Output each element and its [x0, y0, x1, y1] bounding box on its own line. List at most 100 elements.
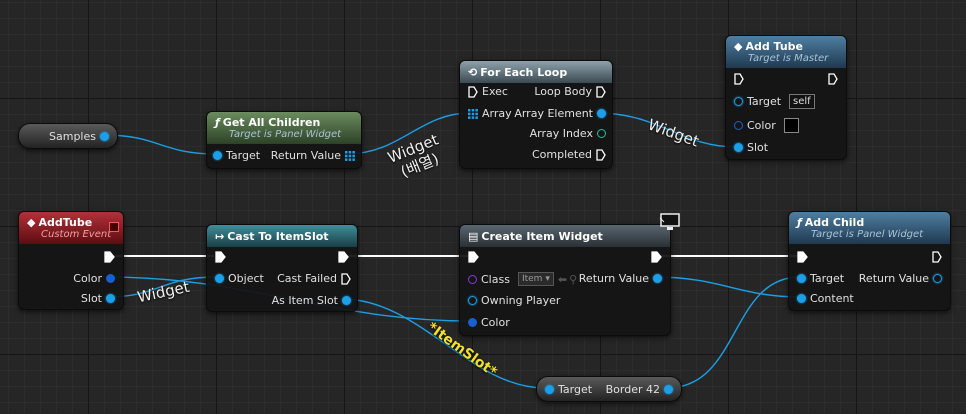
- create-item-widget-node[interactable]: ▤ Create Item Widget Class Item ▾ ⬅ ⚲ Ret…: [459, 224, 671, 336]
- color-swatch[interactable]: [783, 118, 799, 133]
- array-grid-icon[interactable]: [345, 150, 355, 161]
- add-tube-event-node[interactable]: ◆ AddTube Custom Event Color Slot: [18, 211, 124, 310]
- class-dropdown[interactable]: Item ▾: [517, 272, 554, 286]
- get-all-children-node[interactable]: ƒ Get All Children Target is Panel Widget…: [206, 111, 362, 169]
- cast-object-pin[interactable]: Object: [215, 272, 268, 285]
- get-all-children-subtitle: Target is Panel Widget: [229, 128, 342, 140]
- add-tube-exec-out-pin[interactable]: [828, 73, 838, 85]
- exec-output-icon[interactable]: [828, 73, 838, 85]
- target-label: Target: [747, 95, 782, 108]
- event-delegate-icon[interactable]: [109, 222, 119, 232]
- add-child-target-pin[interactable]: Target: [797, 272, 848, 285]
- create-owning-player-pin[interactable]: Owning Player: [468, 294, 564, 307]
- cast-exec-out-pin[interactable]: [338, 251, 349, 263]
- exec-output-icon[interactable]: [596, 85, 606, 98]
- for-each-completed-pin[interactable]: Completed: [528, 148, 606, 161]
- add-tube-target-pin[interactable]: Target self: [734, 94, 815, 109]
- samples-output-dot[interactable]: [100, 132, 109, 141]
- add-tube-color-pin[interactable]: Color: [734, 118, 799, 133]
- color-pin-dot[interactable]: [468, 318, 477, 327]
- cast-as-item-slot-pin[interactable]: As Item Slot: [268, 294, 351, 307]
- exec-input-icon[interactable]: [734, 73, 744, 85]
- for-each-array-element-pin[interactable]: Array Element: [510, 107, 606, 120]
- use-selected-arrow-icon[interactable]: ⬅: [558, 273, 567, 286]
- create-color-pin[interactable]: Color: [468, 316, 514, 329]
- exec-input-icon[interactable]: [468, 251, 479, 263]
- add-tube-event-header: ◆ AddTube Custom Event: [19, 212, 123, 244]
- add-child-exec-in-pin[interactable]: [797, 251, 808, 263]
- exec-input-icon[interactable]: [797, 251, 808, 263]
- add-child-header: ƒ Add Child Target is Panel Widget: [789, 212, 950, 244]
- color-pin-dot[interactable]: [734, 121, 743, 130]
- create-class-pin[interactable]: Class Item ▾ ⬅ ⚲: [468, 272, 577, 286]
- array-index-dot[interactable]: [597, 129, 606, 138]
- exec-output-icon[interactable]: [338, 251, 349, 263]
- target-pin-dot[interactable]: [213, 151, 222, 160]
- exec-input-icon[interactable]: [468, 85, 478, 98]
- content-pin-dot[interactable]: [797, 294, 806, 303]
- for-each-array-index-pin[interactable]: Array Index: [526, 127, 606, 140]
- add-child-exec-out-pin[interactable]: [932, 251, 942, 263]
- add-child-title: Add Child: [804, 215, 865, 229]
- add-child-node[interactable]: ƒ Add Child Target is Panel Widget Target…: [788, 211, 951, 311]
- add-tube-event-color-pin[interactable]: Color: [69, 272, 115, 285]
- owning-player-dot[interactable]: [468, 296, 477, 305]
- add-child-content-pin[interactable]: Content: [797, 292, 858, 305]
- slot-label: Slot: [80, 292, 102, 305]
- slot-pin-dot[interactable]: [734, 143, 743, 152]
- cast-exec-in-pin[interactable]: [215, 251, 226, 263]
- slot-pin-dot[interactable]: [106, 294, 115, 303]
- add-tube-slot-pin[interactable]: Slot: [734, 141, 772, 154]
- exec-output-icon[interactable]: [932, 251, 942, 263]
- class-label: Class: [481, 272, 510, 286]
- color-pin-dot[interactable]: [106, 274, 115, 283]
- cast-to-item-slot-node[interactable]: ↦ Cast To ItemSlot Object Cast Failed As …: [206, 224, 358, 312]
- exec-input-icon[interactable]: [215, 251, 226, 263]
- cast-failed-pin[interactable]: Cast Failed: [273, 272, 351, 285]
- for-each-exec-pin[interactable]: Exec: [468, 85, 512, 98]
- samples-output-pin[interactable]: Samples: [45, 130, 109, 143]
- target-self-value[interactable]: self: [789, 94, 815, 109]
- create-item-widget-header: ▤ Create Item Widget: [460, 225, 670, 247]
- object-pin-dot[interactable]: [215, 274, 224, 283]
- exec-output-icon[interactable]: [341, 272, 351, 285]
- create-exec-in-pin[interactable]: [468, 251, 479, 263]
- for-each-array-pin[interactable]: Array: [468, 107, 516, 120]
- add-tube-event-slot-pin[interactable]: Slot: [77, 292, 115, 305]
- get-all-children-return-pin[interactable]: Return Value: [267, 149, 355, 162]
- border-output-dot[interactable]: [664, 385, 673, 394]
- target-label: Target: [558, 383, 593, 396]
- class-pin-dot[interactable]: [468, 274, 477, 284]
- add-tube-event-title: AddTube: [38, 215, 93, 229]
- for-each-loop-node[interactable]: ⟲ For Each Loop Exec Loop Body Array Arra…: [459, 60, 613, 169]
- array-grid-icon[interactable]: [468, 108, 478, 119]
- border-getter-node[interactable]: Target Border 42: [536, 376, 682, 402]
- function-icon: ƒ: [215, 115, 220, 129]
- samples-variable-node[interactable]: Samples: [18, 123, 118, 149]
- exec-output-icon[interactable]: [651, 251, 662, 263]
- add-tube-exec-in-pin[interactable]: [734, 73, 744, 85]
- create-item-widget-title: Create Item Widget: [481, 229, 603, 243]
- exec-output-icon[interactable]: [596, 148, 606, 161]
- owning-player-label: Owning Player: [481, 294, 561, 307]
- return-value-dot[interactable]: [653, 274, 662, 283]
- target-pin-dot[interactable]: [545, 385, 554, 394]
- create-return-value-pin[interactable]: Return Value: [575, 272, 662, 285]
- class-dropdown-value: Item: [521, 274, 543, 284]
- return-value-dot[interactable]: [933, 274, 942, 283]
- add-tube-call-node[interactable]: ◆ Add Tube Target is Master Target self C…: [725, 35, 847, 160]
- add-child-return-value-pin[interactable]: Return Value: [855, 272, 942, 285]
- border-output-pin[interactable]: Border 42: [602, 383, 673, 396]
- get-all-children-target-pin[interactable]: Target: [213, 149, 264, 162]
- exec-label: Exec: [482, 85, 508, 98]
- border-target-pin[interactable]: Target: [545, 383, 596, 396]
- add-tube-event-exec-out-pin[interactable]: [104, 251, 115, 263]
- add-tube-call-subtitle: Target is Master: [748, 52, 829, 64]
- exec-output-icon[interactable]: [104, 251, 115, 263]
- for-each-loop-body-pin[interactable]: Loop Body: [530, 85, 606, 98]
- target-pin-dot[interactable]: [797, 274, 806, 283]
- array-element-dot[interactable]: [597, 109, 606, 118]
- create-exec-out-pin[interactable]: [651, 251, 662, 263]
- target-pin-dot[interactable]: [734, 97, 743, 106]
- as-item-slot-dot[interactable]: [342, 296, 351, 305]
